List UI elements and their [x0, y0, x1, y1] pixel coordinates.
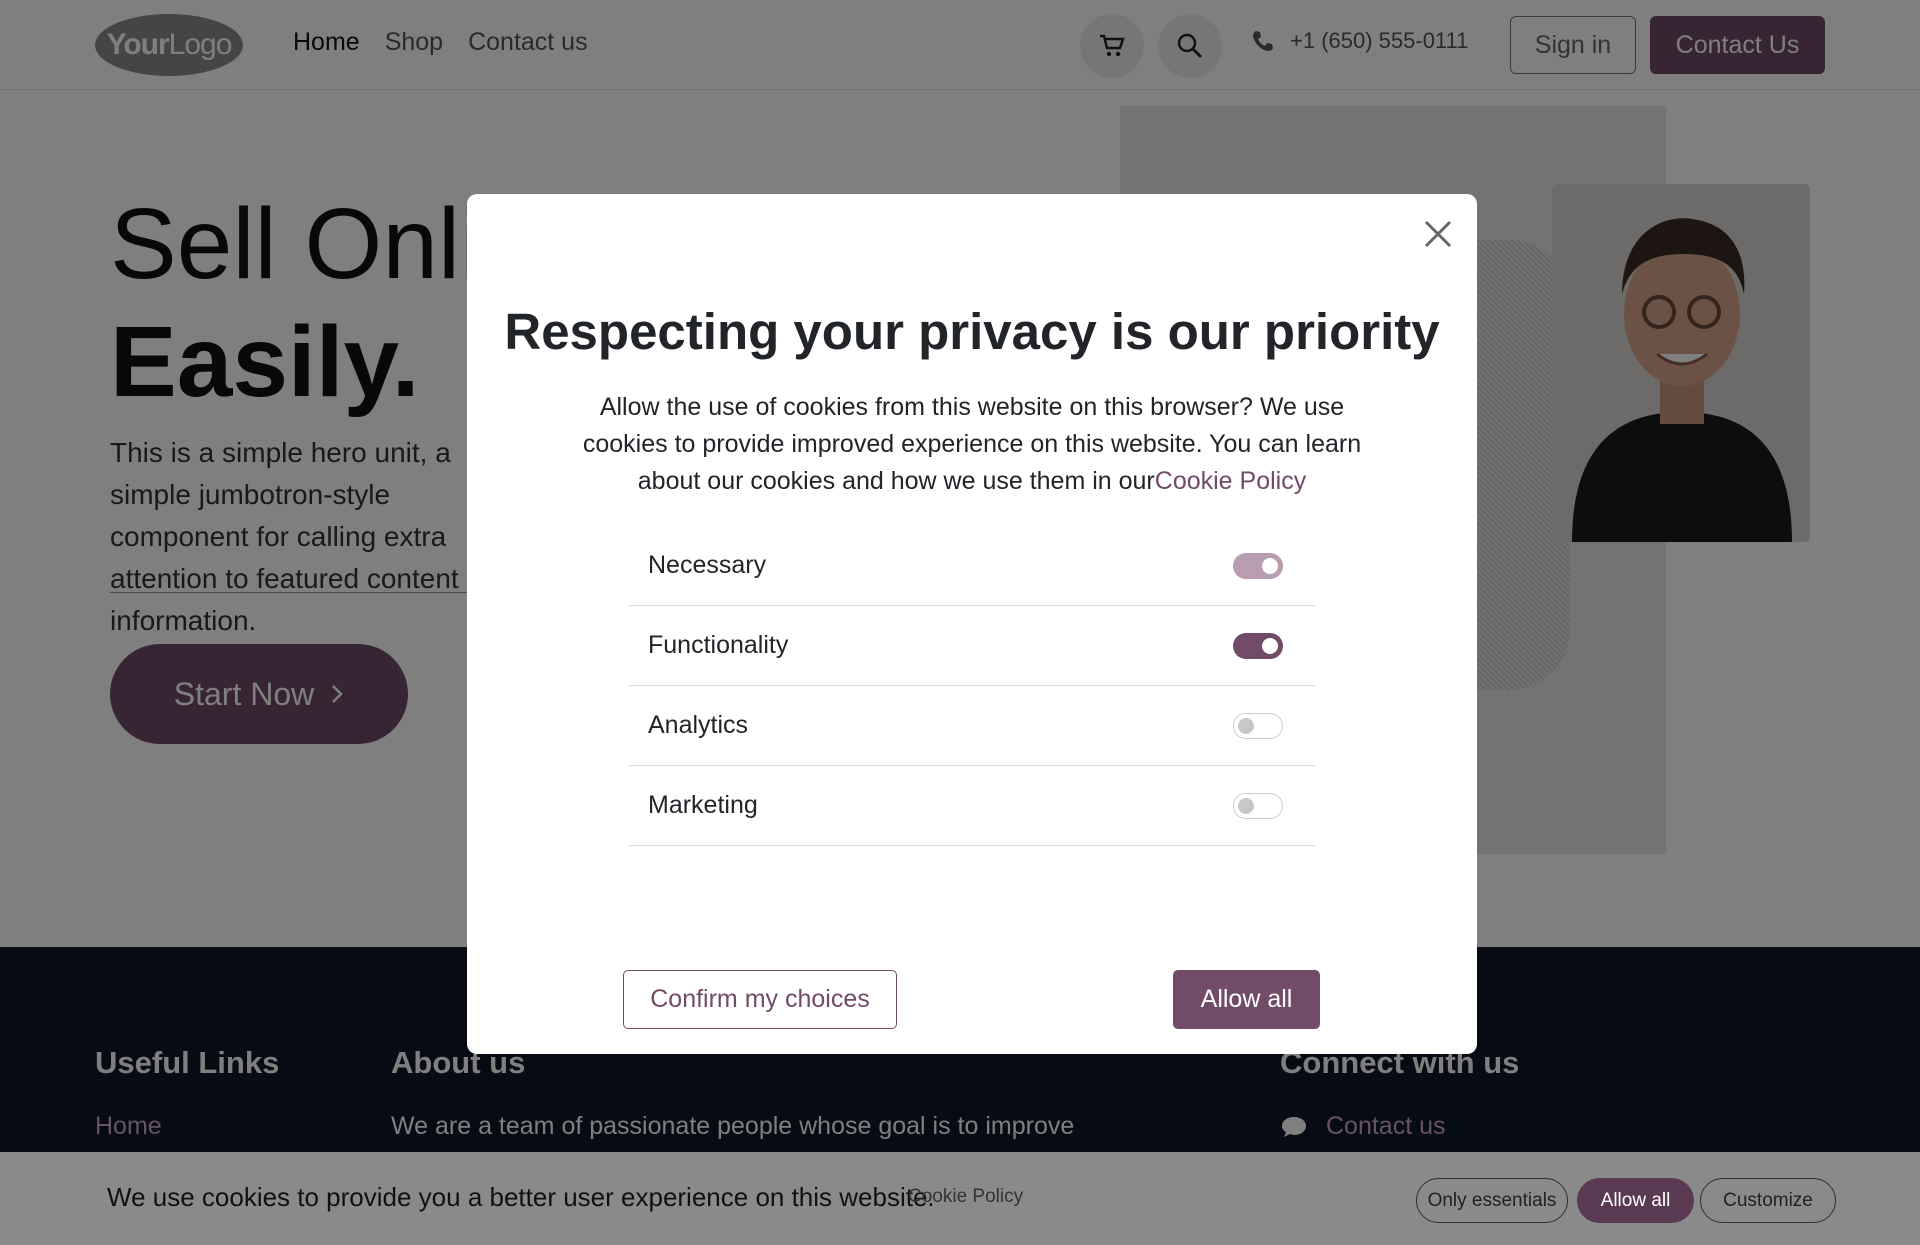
close-icon	[1424, 220, 1452, 248]
option-label: Analytics	[648, 711, 749, 739]
cookie-bar-allow-all-button[interactable]: Allow all	[1577, 1178, 1694, 1223]
confirm-choices-button[interactable]: Confirm my choices	[623, 970, 897, 1029]
customize-button[interactable]: Customize	[1700, 1178, 1836, 1223]
allow-all-button[interactable]: Allow all	[1173, 970, 1320, 1029]
cookie-option-necessary: Necessary	[629, 526, 1315, 606]
necessary-toggle	[1233, 552, 1283, 579]
cookie-option-marketing: Marketing	[629, 766, 1315, 846]
modal-description: Allow the use of cookies from this websi…	[570, 389, 1374, 500]
modal-title: Respecting your privacy is our priority	[504, 303, 1440, 360]
cookie-bar-policy-link[interactable]: Cookie Policy	[908, 1186, 1023, 1208]
cookie-option-analytics: Analytics	[629, 686, 1315, 766]
option-label: Functionality	[648, 631, 789, 659]
option-label: Marketing	[648, 791, 758, 819]
option-label: Necessary	[648, 551, 767, 579]
analytics-toggle[interactable]	[1233, 712, 1283, 739]
marketing-toggle[interactable]	[1233, 792, 1283, 819]
modal-cookie-policy-link[interactable]: Cookie Policy	[1155, 467, 1306, 495]
functionality-toggle[interactable]	[1233, 632, 1283, 659]
only-essentials-button[interactable]: Only essentials	[1416, 1178, 1568, 1223]
cookie-bar-text: We use cookies to provide you a better u…	[107, 1182, 935, 1212]
cookie-option-functionality: Functionality	[629, 606, 1315, 686]
close-button[interactable]	[1418, 214, 1458, 254]
